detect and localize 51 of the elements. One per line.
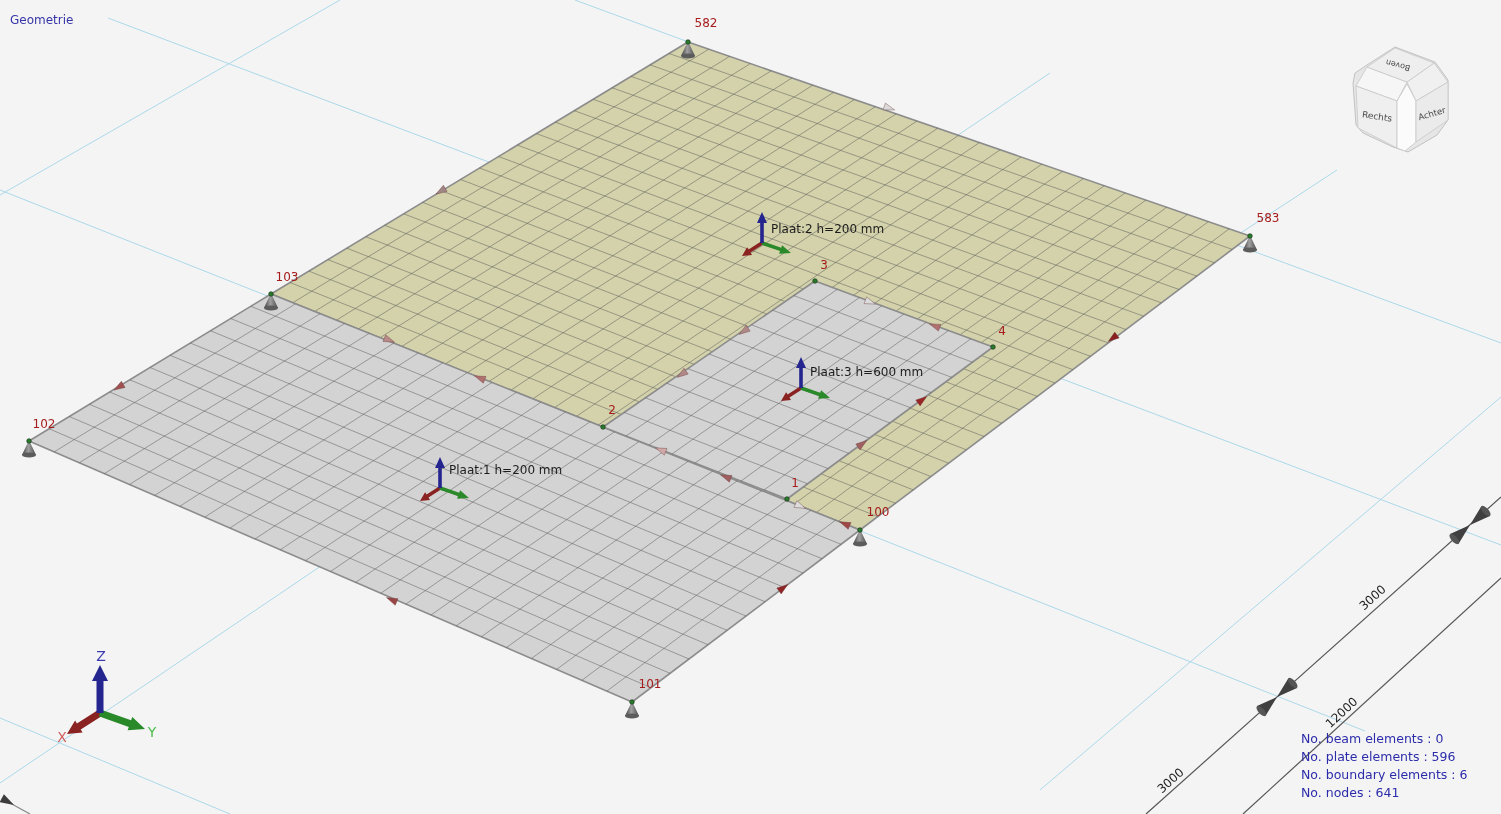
edge-arrow-icon [386, 597, 399, 606]
edge-arrow-icon [915, 396, 927, 407]
edge-arrow-icon [839, 521, 852, 530]
edge-arrow-icon [929, 323, 942, 332]
node-label: 583 [1256, 210, 1280, 225]
plate-label: Plaat:1 h=200 mm [449, 462, 563, 477]
node-label: 103 [275, 269, 299, 284]
statistics-text: No. beam elements : 0 [1301, 730, 1445, 748]
axis-triad-icon [67, 665, 145, 734]
edge-arrow-icon [474, 375, 487, 384]
node-dot-icon [990, 344, 996, 350]
view-title: Geometrie [10, 12, 74, 28]
edge-arrow-icon [793, 500, 806, 509]
edge-arrow-icon [1108, 331, 1120, 342]
node-dot-icon [268, 291, 274, 297]
edge-arrow-icon [738, 325, 751, 335]
view-cube[interactable]: Boven Rechts Achter [1352, 46, 1449, 153]
dimension-line [0, 794, 31, 814]
statistics-text: No. nodes : 641 [1301, 784, 1401, 802]
statistics-text: No. boundary elements : 6 [1301, 766, 1468, 784]
edge-arrow-icon [382, 334, 395, 343]
edge-arrow-icon [113, 381, 126, 391]
node-dot-icon [1247, 233, 1253, 239]
node-label: 102 [32, 416, 56, 431]
node-label: 3 [820, 257, 828, 272]
node-label: 582 [694, 15, 718, 30]
node-dot-icon [629, 699, 635, 705]
axis-label: Z [96, 648, 106, 664]
node-dot-icon [812, 278, 818, 284]
edge-arrow-icon [435, 185, 448, 195]
edge-arrow-icon [720, 474, 733, 483]
node-dot-icon [857, 527, 863, 533]
edge-arrow-icon [655, 447, 668, 456]
edge-arrow-icon [882, 102, 895, 111]
edge-arrow-icon [776, 584, 788, 595]
node-label: 2 [608, 402, 616, 417]
node-dot-icon [26, 438, 32, 444]
edge-arrow-icon [863, 296, 876, 305]
edge-arrow-icon [855, 440, 867, 451]
edge-arrow-icon [676, 368, 689, 378]
node-label: 101 [638, 676, 662, 691]
axis-label: Y [147, 724, 157, 740]
node-dot-icon [600, 424, 606, 430]
node-dot-icon [784, 496, 790, 502]
node-label: 100 [866, 504, 890, 519]
node-dot-icon [685, 39, 691, 45]
plate-label: Plaat:3 h=600 mm [810, 364, 924, 379]
node-label: 4 [998, 323, 1006, 338]
plate-label: Plaat:2 h=200 mm [771, 221, 885, 236]
node-label: 1 [791, 475, 799, 490]
axis-label: X [57, 729, 67, 745]
